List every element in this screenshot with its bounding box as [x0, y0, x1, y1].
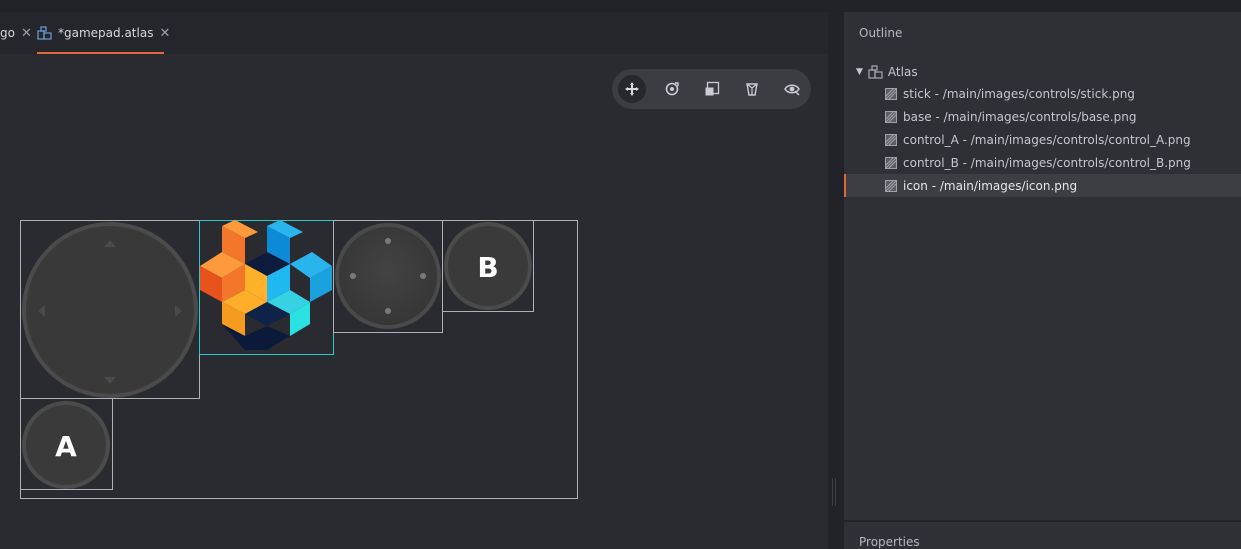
tree-item-label: stick - /main/images/controls/stick.png	[903, 86, 1135, 101]
visibility-tool-button[interactable]	[778, 75, 806, 103]
perspective-icon	[746, 83, 758, 96]
properties-title: Properties	[859, 535, 920, 549]
control-b-image[interactable]: B	[442, 220, 534, 312]
panel-splitter[interactable]	[828, 12, 844, 549]
tree-item-stick[interactable]: stick - /main/images/controls/stick.png	[844, 82, 1241, 105]
scale-icon	[705, 81, 720, 96]
atlas-icon	[868, 65, 883, 79]
control-a-image[interactable]: A	[20, 398, 113, 490]
rotate-tool-button[interactable]	[658, 75, 686, 103]
tree-item-control-a[interactable]: control_A - /main/images/controls/contro…	[844, 128, 1241, 151]
image-icon	[885, 87, 897, 100]
tree-item-base[interactable]: base - /main/images/controls/base.png	[844, 105, 1241, 128]
perspective-tool-button[interactable]	[738, 75, 766, 103]
properties-panel: Properties	[844, 522, 1241, 549]
tree-item-label: icon - /main/images/icon.png	[903, 178, 1078, 193]
move-icon	[625, 82, 639, 96]
image-icon	[885, 133, 897, 146]
image-icon	[885, 179, 897, 192]
eye-icon	[784, 84, 800, 96]
splitter-grip[interactable]	[832, 478, 838, 506]
rotate-icon	[665, 82, 679, 96]
expand-arrow-icon[interactable]: ▼	[856, 67, 863, 77]
move-tool-button[interactable]	[618, 75, 646, 103]
control-b-label: B	[477, 251, 498, 284]
selection-marker	[844, 174, 846, 197]
icon-image[interactable]	[199, 220, 334, 355]
manipulator-toolbar	[612, 69, 811, 109]
stick-image[interactable]	[333, 220, 443, 333]
tree-item-control-b[interactable]: control_B - /main/images/controls/contro…	[844, 151, 1241, 174]
scale-tool-button[interactable]	[698, 75, 726, 103]
tree-root-label: Atlas	[887, 65, 918, 79]
tree-item-icon[interactable]: icon - /main/images/icon.png	[844, 174, 1241, 197]
tree-item-label: base - /main/images/controls/base.png	[903, 109, 1137, 124]
outline-panel: Outline ▼ Atlas stick - /main/images/con…	[844, 12, 1241, 520]
tree-item-label: control_B - /main/images/controls/contro…	[903, 155, 1191, 170]
base-image[interactable]	[20, 220, 200, 399]
outline-title: Outline	[859, 26, 903, 40]
tree-root-atlas[interactable]: ▼ Atlas	[856, 63, 918, 81]
image-icon	[885, 110, 897, 123]
image-icon	[885, 156, 897, 169]
control-a-label: A	[55, 430, 77, 463]
tree-item-label: control_A - /main/images/controls/contro…	[903, 132, 1191, 147]
